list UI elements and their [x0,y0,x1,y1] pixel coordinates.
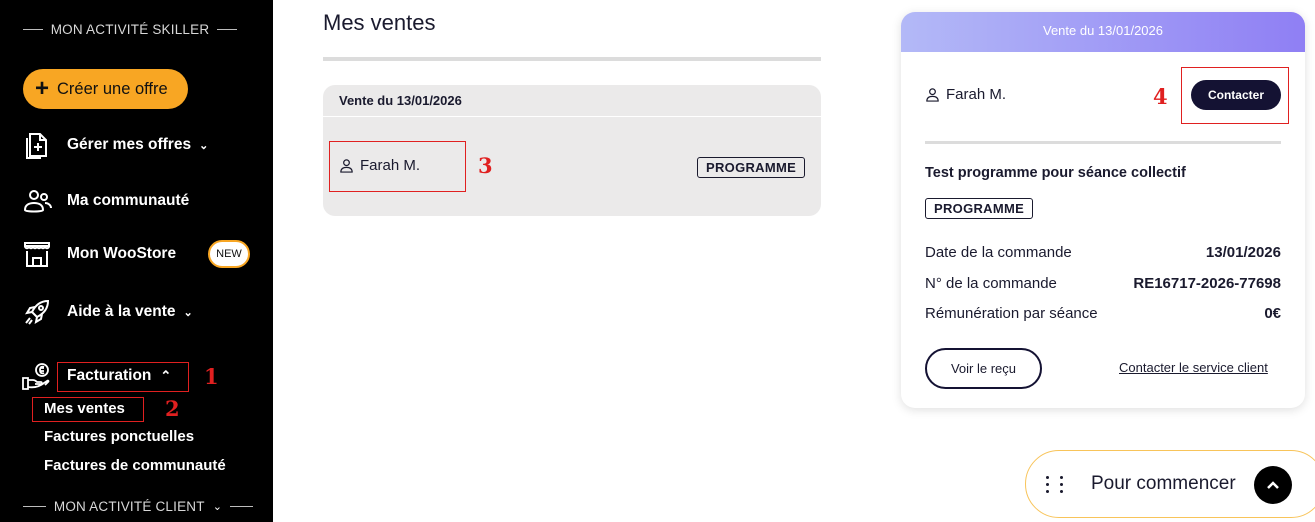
divider [323,57,821,61]
order-date-row: Date de la commande 13/01/2026 [925,244,1281,261]
chevron-down-icon: ⌄ [212,501,223,513]
section-header-client[interactable]: MON ACTIVITÉ CLIENT ⌄ [23,499,253,514]
getting-started-widget[interactable]: Pour commencer [1025,450,1315,518]
order-date-label: Date de la commande [925,244,1072,261]
section-skiller-label: MON ACTIVITÉ SKILLER [50,22,210,37]
annotation-box-2 [32,397,144,422]
sidebar-item-label: Ma communauté [67,192,190,209]
drag-handle-icon[interactable] [1046,475,1066,493]
detail-customer-name: Farah M. [946,86,1007,103]
detail-header: Vente du 13/01/2026 [901,12,1305,52]
pay-per-session-row: Rémunération par séance 0€ [925,305,1281,322]
getting-started-label: Pour commencer [1091,473,1236,494]
sidebar-subitem-community-invoices[interactable]: Factures de communauté [44,457,226,474]
new-badge: NEW [208,240,250,268]
rocket-icon [24,299,50,325]
money-hand-icon [22,363,50,390]
detail-customer: Farah M. [925,86,1006,103]
sidebar-subitem-one-time-invoices[interactable]: Factures ponctuelles [44,428,194,445]
create-offer-label: Créer une offre [57,79,168,98]
sidebar: MON ACTIVITÉ SKILLER + Créer une offre G… [0,0,273,522]
sidebar-item-label: Aide à la vente [67,303,176,320]
sidebar-item-sales-help[interactable]: Aide à la vente ⌄ [22,297,193,327]
sidebar-item-label: Gérer mes offres [67,136,192,153]
pay-per-session-label: Rémunération par séance [925,305,1098,322]
section-client-label: MON ACTIVITÉ CLIENT [53,499,205,514]
annotation-number-2: 2 [165,396,180,421]
sidebar-item-manage-offers[interactable]: Gérer mes offres ⌄ [22,130,208,160]
section-header-skiller: MON ACTIVITÉ SKILLER [23,22,238,37]
annotation-box-1 [57,362,189,392]
program-title: Test programme pour séance collectif [925,165,1186,181]
people-icon [23,190,52,213]
chevron-down-icon: ⌄ [183,306,193,319]
create-offer-button[interactable]: + Créer une offre [23,69,188,109]
sale-card-header: Vente du 13/01/2026 [323,85,821,117]
sidebar-item-woostore[interactable]: Mon WooStore [22,239,176,269]
sidebar-item-label: Mon WooStore [67,245,177,262]
annotation-number-3: 3 [478,153,493,178]
sidebar-item-community[interactable]: Ma communauté [22,186,189,216]
order-number-label: N° de la commande [925,275,1057,292]
view-receipt-button[interactable]: Voir le reçu [925,348,1042,389]
order-number-row: N° de la commande RE16717-2026-77698 [925,275,1281,292]
sale-type-tag: PROGRAMME [697,157,806,178]
order-date-value: 13/01/2026 [1205,244,1281,261]
program-type-tag: PROGRAMME [925,198,1034,219]
divider [925,141,1281,144]
annotation-number-4: 4 [1153,84,1168,109]
pay-per-session-value: 0€ [1264,305,1281,322]
chevron-up-icon[interactable] [1254,466,1292,504]
page-title: Mes ventes [323,10,436,35]
store-icon [24,242,50,267]
contact-support-link[interactable]: Contacter le service client [1119,360,1268,375]
user-icon [926,88,939,102]
annotation-box-4 [1181,67,1289,124]
document-add-icon [26,133,47,159]
plus-icon: + [35,75,50,102]
chevron-down-icon: ⌄ [199,139,209,152]
annotation-number-1: 1 [204,364,219,389]
order-number-value: RE16717-2026-77698 [1133,275,1281,292]
annotation-box-3 [329,141,466,192]
